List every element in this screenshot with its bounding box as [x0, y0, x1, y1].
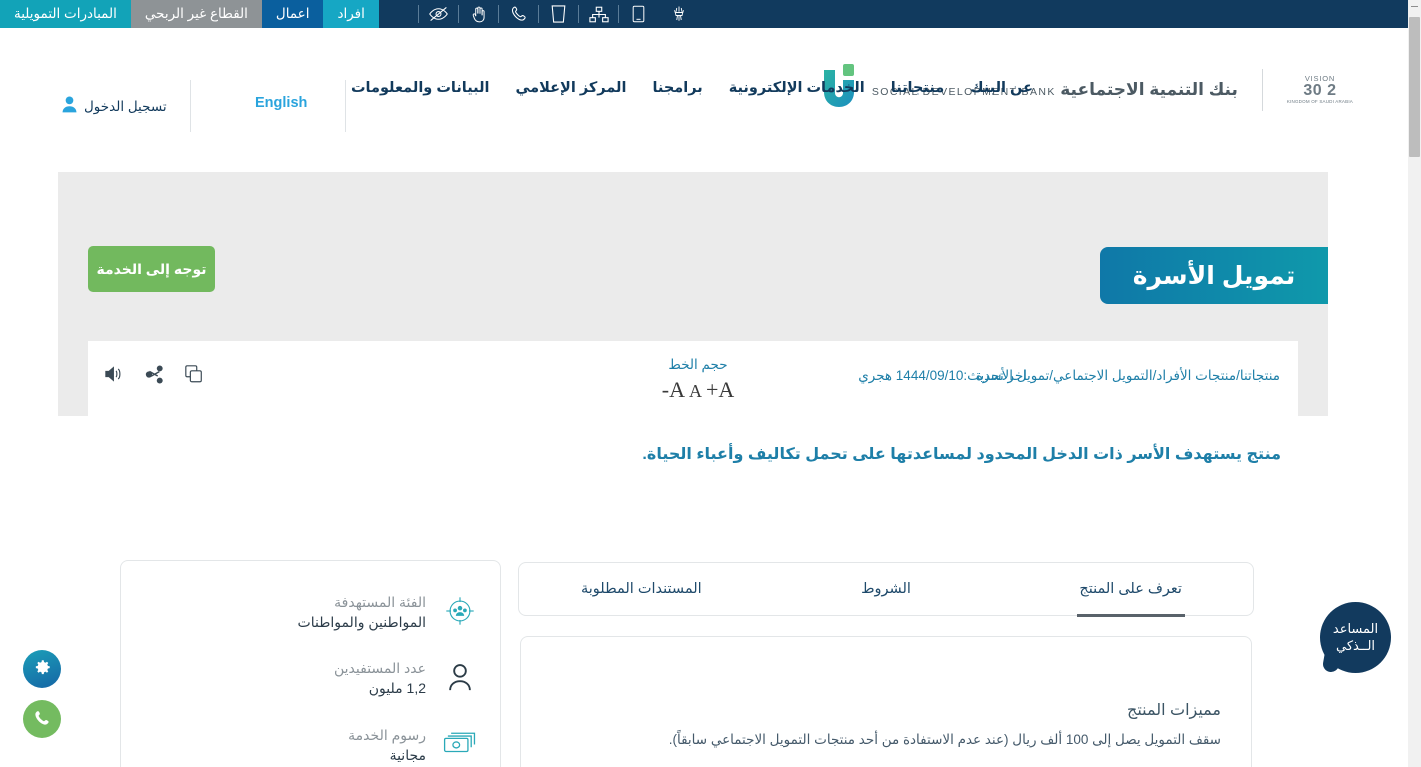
- info-value-beneficiaries: 1,2 مليون: [368, 679, 426, 696]
- font-normal-button[interactable]: A: [689, 381, 702, 402]
- page-action-icons: [101, 361, 207, 387]
- font-size-control: حجم الخط A+ A A-: [638, 357, 758, 403]
- page-scrollbar-thumb[interactable]: [1409, 17, 1420, 157]
- copy-icon[interactable]: [181, 361, 207, 387]
- tab-required-documents-label: المستندات المطلوبة: [580, 581, 702, 597]
- document-icon[interactable]: [537, 0, 579, 28]
- user-icon: [62, 96, 77, 118]
- nav-item-our-products[interactable]: منتجاتنا: [891, 80, 945, 96]
- tab-about-product[interactable]: تعرف على المنتج: [1008, 563, 1253, 615]
- segment-individuals[interactable]: افراد: [323, 0, 379, 28]
- assistant-label-line2: الــذكي: [1335, 637, 1376, 653]
- mobile-icon[interactable]: [617, 0, 659, 28]
- segment-business-label: اعمال: [275, 6, 310, 21]
- service-fees-icon: [442, 726, 478, 762]
- info-value-target-audience: المواطنين والمواطنات: [297, 613, 426, 630]
- product-tabs: تعرف على المنتج الشروط المستندات المطلوب…: [518, 562, 1254, 616]
- tab-about-product-label: تعرف على المنتج: [1079, 581, 1182, 597]
- nav-item-data-information[interactable]: البيانات والمعلومات: [351, 80, 490, 96]
- nav-item-our-programs[interactable]: برامجنا: [652, 80, 702, 96]
- info-label-beneficiaries: عدد المستفيدين: [334, 660, 426, 676]
- login-label: تسجيل الدخول: [84, 99, 167, 114]
- login-button[interactable]: تسجيل الدخول: [62, 96, 167, 118]
- settings-float-button[interactable]: [23, 650, 61, 688]
- phone-icon[interactable]: [497, 0, 539, 28]
- tab-conditions[interactable]: الشروط: [764, 563, 1009, 615]
- main-navigation: عن البنك منتجاتنا الخدمات الإلكترونية بر…: [351, 80, 1033, 96]
- target-audience-icon: [442, 593, 478, 629]
- page-root: افراد اعمال القطاع غير الربحي المبادرات …: [0, 0, 1421, 767]
- font-decrease-button[interactable]: A-: [662, 377, 685, 403]
- product-description: منتج يستهدف الأسر ذات الدخل المحدود لمسا…: [642, 446, 1281, 463]
- segment-financing-initiatives[interactable]: المبادرات التمويلية: [0, 0, 131, 28]
- info-label-service-fees: رسوم الخدمة: [348, 727, 426, 743]
- font-increase-button[interactable]: A+: [706, 377, 734, 403]
- scrollbar-up-arrow[interactable]: [1408, 0, 1421, 13]
- logo-divider: [1261, 69, 1263, 111]
- info-text-target-audience: الفئة المستهدفة المواطنين والمواطنات: [298, 593, 426, 632]
- product-info-card: الفئة المستهدفة المواطنين والمواطنات عدد…: [120, 560, 501, 767]
- site-header: بنك التنمية الاجتماعية SOCIAL DEVELOPMEN…: [0, 28, 1408, 132]
- gear-icon: [33, 658, 52, 680]
- page-title: تمويل الأسرة: [1100, 247, 1328, 304]
- segment-individuals-label: افراد: [337, 6, 365, 21]
- sitemap-icon[interactable]: [577, 0, 619, 28]
- segment-financing-initiatives-label: المبادرات التمويلية: [14, 6, 117, 21]
- info-text-beneficiaries: عدد المستفيدين 1,2 مليون: [334, 659, 426, 698]
- header-divider-left: [190, 80, 191, 132]
- tab-content-panel: مميزات المنتج سقف التمويل يصل إلى 100 أل…: [520, 636, 1252, 767]
- nav-item-media-center[interactable]: المركز الإعلامي: [516, 80, 627, 96]
- assistant-label-line1: المساعد: [1332, 621, 1379, 637]
- share-icon[interactable]: [141, 361, 167, 387]
- vision-sub-label: KINGDOM OF SAUDI ARABIA: [1286, 98, 1353, 104]
- accessibility-icon-bar: [379, 0, 739, 28]
- info-label-target-audience: الفئة المستهدفة: [334, 594, 426, 610]
- tab-required-documents[interactable]: المستندات المطلوبة: [519, 563, 764, 615]
- speaker-icon[interactable]: [101, 361, 127, 387]
- page-utility-strip: منتجاتنا/منتجات الأفراد/التمويل الاجتماع…: [88, 341, 1298, 416]
- header-divider-right: [345, 80, 346, 132]
- audience-segment-tabs: افراد اعمال القطاع غير الربحي المبادرات …: [0, 0, 379, 28]
- info-row-beneficiaries: عدد المستفيدين 1,2 مليون: [334, 659, 478, 698]
- info-value-service-fees: مجانية: [389, 746, 426, 763]
- sign-language-icon[interactable]: [457, 0, 499, 28]
- info-text-service-fees: رسوم الخدمة مجانية: [348, 726, 426, 765]
- vision-number: 2 30: [1303, 82, 1337, 100]
- product-features-text: سقف التمويل يصل إلى 100 ألف ريال (عند عد…: [668, 732, 1221, 747]
- nav-item-e-services[interactable]: الخدمات الإلكترونية: [729, 80, 865, 96]
- segment-non-profit-label: القطاع غير الربحي: [144, 6, 248, 21]
- phone-icon: [33, 709, 51, 730]
- language-switch-link[interactable]: English: [255, 95, 307, 111]
- segment-non-profit[interactable]: القطاع غير الربحي: [130, 0, 262, 28]
- go-to-service-button[interactable]: توجه إلى الخدمة: [88, 246, 215, 292]
- info-row-service-fees: رسوم الخدمة مجانية: [348, 726, 478, 765]
- font-size-label: حجم الخط: [668, 357, 728, 372]
- hero-band: تمويل الأسرة توجه إلى الخدمة منتجاتنا/من…: [58, 172, 1328, 416]
- bank-name-ar: بنك التنمية الاجتماعية: [1060, 79, 1238, 99]
- page-title-text: تمويل الأسرة: [1132, 261, 1296, 290]
- segment-business[interactable]: اعمال: [261, 0, 324, 28]
- tab-conditions-label: الشروط: [861, 581, 911, 597]
- smart-assistant-button[interactable]: المساعد الــذكي: [1320, 602, 1391, 673]
- product-features-heading: مميزات المنتج: [1127, 702, 1221, 719]
- font-size-buttons: A+ A A-: [638, 377, 758, 403]
- vision-2030-logo: VISION 2 30 KINGDOM OF SAUDI ARABIA: [1287, 75, 1353, 104]
- call-float-button[interactable]: [23, 700, 61, 738]
- last-updated-text: اخر تحديث:1444/09/10 هجري: [858, 368, 1027, 383]
- emblem-icon[interactable]: [659, 0, 699, 28]
- beneficiaries-icon: [442, 659, 478, 695]
- nav-item-about-bank[interactable]: عن البنك: [970, 80, 1033, 96]
- eye-slash-icon[interactable]: [417, 0, 459, 28]
- top-utility-bar: افراد اعمال القطاع غير الربحي المبادرات …: [0, 0, 1408, 28]
- info-row-target-audience: الفئة المستهدفة المواطنين والمواطنات: [298, 593, 478, 632]
